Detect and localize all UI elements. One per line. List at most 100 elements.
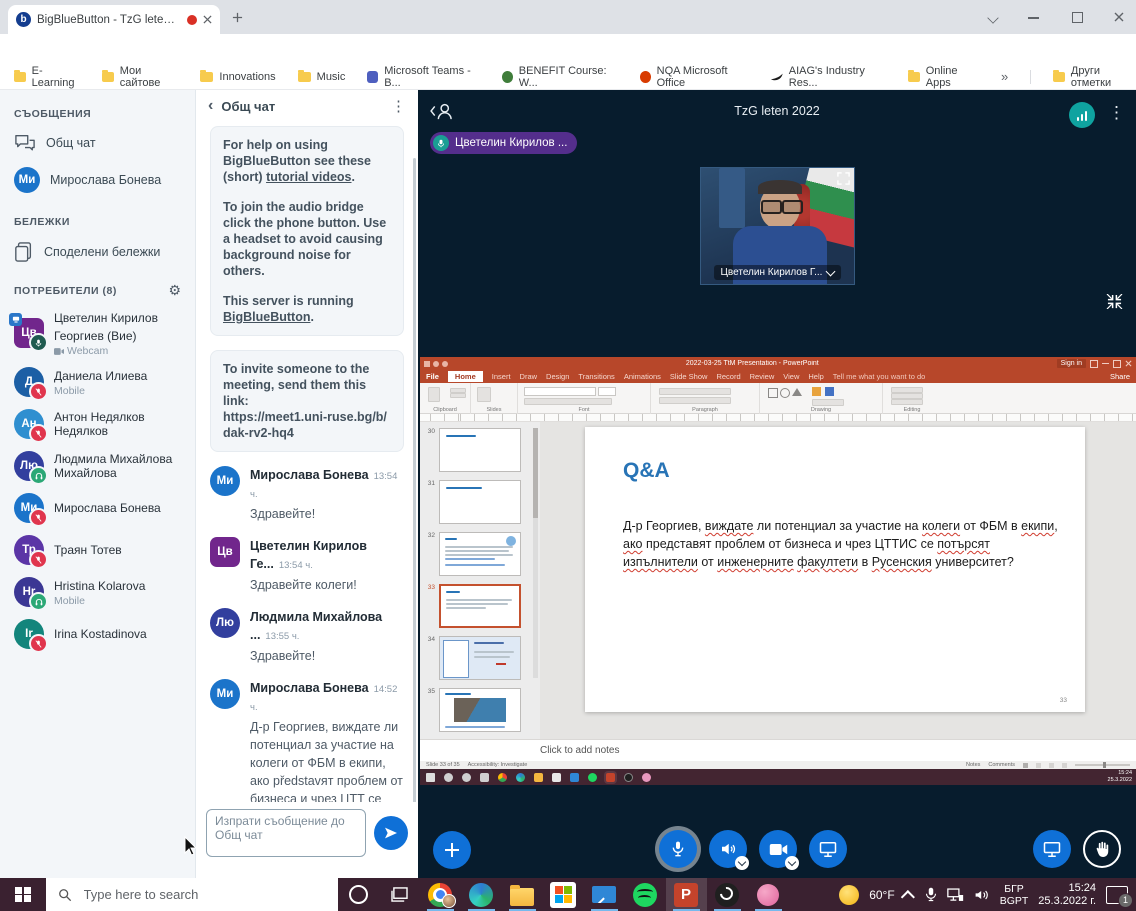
select-button[interactable] bbox=[891, 399, 923, 405]
slide-thumbnail[interactable]: 32 bbox=[426, 532, 530, 576]
slide-thumbnail-selected[interactable]: 33 bbox=[426, 584, 530, 628]
ppt-sign-in-button[interactable]: Sign in bbox=[1057, 359, 1086, 368]
tab-close-icon[interactable] bbox=[203, 15, 212, 24]
notes-toggle[interactable]: Notes bbox=[966, 762, 980, 768]
browser-tab[interactable]: b BigBlueButton - TzG leten 20 bbox=[8, 5, 220, 34]
window-minimize-button[interactable] bbox=[1028, 17, 1039, 19]
ppt-tab-view[interactable]: View bbox=[783, 372, 799, 381]
slide-thumbnail[interactable]: 34 bbox=[426, 636, 530, 680]
sidebar-item-private-chat[interactable]: Ми Мирослава Бонева bbox=[8, 162, 187, 198]
ppt-tab-help[interactable]: Help bbox=[808, 372, 823, 381]
chat-back-button[interactable]: ‹Общ чат bbox=[208, 97, 275, 115]
raise-hand-button[interactable] bbox=[1083, 830, 1121, 868]
invite-link[interactable]: https://meet1.uni-ruse.bg/b/dak-rv2-hq4 bbox=[223, 410, 387, 440]
chat-options-kebab-icon[interactable]: ⋮ bbox=[391, 97, 406, 115]
shape-rect-icon[interactable] bbox=[768, 388, 778, 398]
chat-scrollbar[interactable] bbox=[413, 158, 416, 802]
notification-center-icon[interactable]: 1 bbox=[1106, 886, 1128, 904]
screenshare-button[interactable] bbox=[809, 830, 847, 868]
zoom-slider[interactable] bbox=[1075, 764, 1130, 766]
arrange-button[interactable] bbox=[812, 399, 844, 406]
shape-ellipse-icon[interactable] bbox=[780, 388, 790, 398]
ppt-tab-record[interactable]: Record bbox=[716, 372, 740, 381]
bookmark-benefit[interactable]: BENEFIT Course: W... bbox=[502, 65, 618, 89]
ppt-share-button[interactable]: Share bbox=[1110, 372, 1130, 381]
minimize-presentation-icon[interactable] bbox=[1106, 294, 1123, 309]
taskbar-search-box[interactable] bbox=[46, 878, 338, 911]
ppt-tab-animations[interactable]: Animations bbox=[624, 372, 661, 381]
webcam-button[interactable] bbox=[759, 830, 797, 868]
bookmark-moi-saitove[interactable]: Мои сайтове bbox=[102, 65, 178, 89]
new-tab-button[interactable] bbox=[232, 12, 243, 23]
bookmarks-overflow-chevrons[interactable]: » bbox=[1001, 69, 1008, 84]
user-row[interactable]: Цв Цветелин Кирилов Георгиев (Вие) Webca… bbox=[0, 305, 195, 361]
ppt-tab-slideshow[interactable]: Slide Show bbox=[670, 372, 708, 381]
slide-thumbnail[interactable]: 30 bbox=[426, 428, 530, 472]
weather-sun-icon[interactable] bbox=[839, 885, 859, 905]
user-row[interactable]: Hr Hristina Kolarova Mobile bbox=[0, 571, 195, 613]
taskbar-edge[interactable] bbox=[461, 878, 502, 911]
taskbar-search-input[interactable] bbox=[82, 886, 286, 903]
user-row[interactable]: Тр Траян Тотев bbox=[0, 529, 195, 571]
copy-icon[interactable] bbox=[450, 393, 466, 398]
chat-message-input[interactable] bbox=[206, 809, 366, 857]
tray-expand-chevron-icon[interactable] bbox=[900, 890, 914, 904]
window-chevron-icon[interactable] bbox=[987, 12, 998, 23]
ppt-tab-home[interactable]: Home bbox=[448, 371, 483, 382]
scrollbar-thumb[interactable] bbox=[533, 428, 538, 518]
taskbar-chrome[interactable] bbox=[420, 878, 461, 911]
new-slide-icon[interactable] bbox=[477, 387, 491, 402]
taskbar-obs[interactable] bbox=[707, 878, 748, 911]
webcam-name-label[interactable]: Цветелин Кирилов Г... bbox=[714, 265, 842, 280]
restore-presentation-button[interactable] bbox=[1033, 830, 1071, 868]
shape-outline-icon[interactable] bbox=[825, 387, 834, 396]
task-view-button[interactable] bbox=[379, 878, 420, 911]
actions-plus-button[interactable] bbox=[433, 831, 471, 869]
view-sorter-icon[interactable] bbox=[1036, 763, 1041, 768]
bookmark-online-apps[interactable]: Online Apps bbox=[908, 65, 979, 89]
font-style-buttons[interactable] bbox=[524, 398, 612, 405]
send-message-button[interactable] bbox=[374, 816, 408, 850]
sidebar-item-public-chat[interactable]: Общ чат bbox=[8, 128, 187, 158]
view-normal-icon[interactable] bbox=[1023, 763, 1028, 768]
audio-button[interactable] bbox=[709, 830, 747, 868]
paste-icon[interactable] bbox=[428, 387, 440, 402]
user-row[interactable]: Ir Irina Kostadinova bbox=[0, 613, 195, 655]
view-slideshow-icon[interactable] bbox=[1062, 763, 1067, 768]
mute-button[interactable] bbox=[659, 830, 697, 868]
shape-fill-icon[interactable] bbox=[812, 387, 821, 396]
window-close-button[interactable] bbox=[1114, 12, 1124, 22]
accessibility-status[interactable]: Accessibility: Investigate bbox=[468, 762, 528, 768]
font-size-box[interactable] bbox=[598, 387, 616, 396]
font-name-box[interactable] bbox=[524, 387, 596, 396]
screenshare-powerpoint-window[interactable]: 2022-03-25 TtM Presentation - PowerPoint… bbox=[420, 357, 1136, 761]
window-maximize-button[interactable] bbox=[1072, 12, 1083, 23]
talking-indicator[interactable]: Цветелин Кирилов ... bbox=[430, 132, 577, 154]
ppt-close-button[interactable] bbox=[1125, 360, 1132, 367]
weather-temp[interactable]: 60°F bbox=[869, 888, 894, 902]
user-row[interactable]: Д Даниела Илиева Mobile bbox=[0, 361, 195, 403]
bookmark-teams[interactable]: Microsoft Teams - B... bbox=[367, 65, 480, 89]
view-reading-icon[interactable] bbox=[1049, 763, 1054, 768]
ppt-tell-me[interactable]: Tell me what you want to do bbox=[833, 372, 926, 381]
taskbar-spotify[interactable] bbox=[625, 878, 666, 911]
ppt-tab-transitions[interactable]: Transitions bbox=[578, 372, 614, 381]
ppt-slide-area[interactable]: Q&A Д-р Георгиев, виждате ли потенциал з… bbox=[540, 422, 1136, 739]
list-buttons[interactable] bbox=[659, 397, 731, 404]
tray-volume-icon[interactable] bbox=[974, 888, 990, 902]
slide-thumbnail[interactable]: 31 bbox=[426, 480, 530, 524]
cortana-button[interactable] bbox=[338, 878, 379, 911]
user-row[interactable]: Лю Людмила Михайлова Михайлова bbox=[0, 445, 195, 487]
user-row[interactable]: Ми Мирослава Бонева bbox=[0, 487, 195, 529]
align-buttons[interactable] bbox=[659, 388, 731, 395]
taskbar-clock[interactable]: 15:2425.3.2022 г. bbox=[1038, 882, 1096, 908]
taskbar-snip[interactable] bbox=[748, 878, 789, 911]
audio-options-badge[interactable] bbox=[735, 856, 749, 870]
ppt-tab-review[interactable]: Review bbox=[750, 372, 775, 381]
taskbar-store[interactable] bbox=[543, 878, 584, 911]
bookmark-e-learning[interactable]: E-Learning bbox=[14, 65, 80, 89]
thumbnail-scrollbar[interactable] bbox=[533, 428, 538, 678]
taskbar-file-explorer[interactable] bbox=[502, 878, 543, 911]
ppt-notes-pane[interactable]: Click to add notes bbox=[420, 739, 1136, 761]
tray-network-icon[interactable] bbox=[947, 888, 964, 902]
